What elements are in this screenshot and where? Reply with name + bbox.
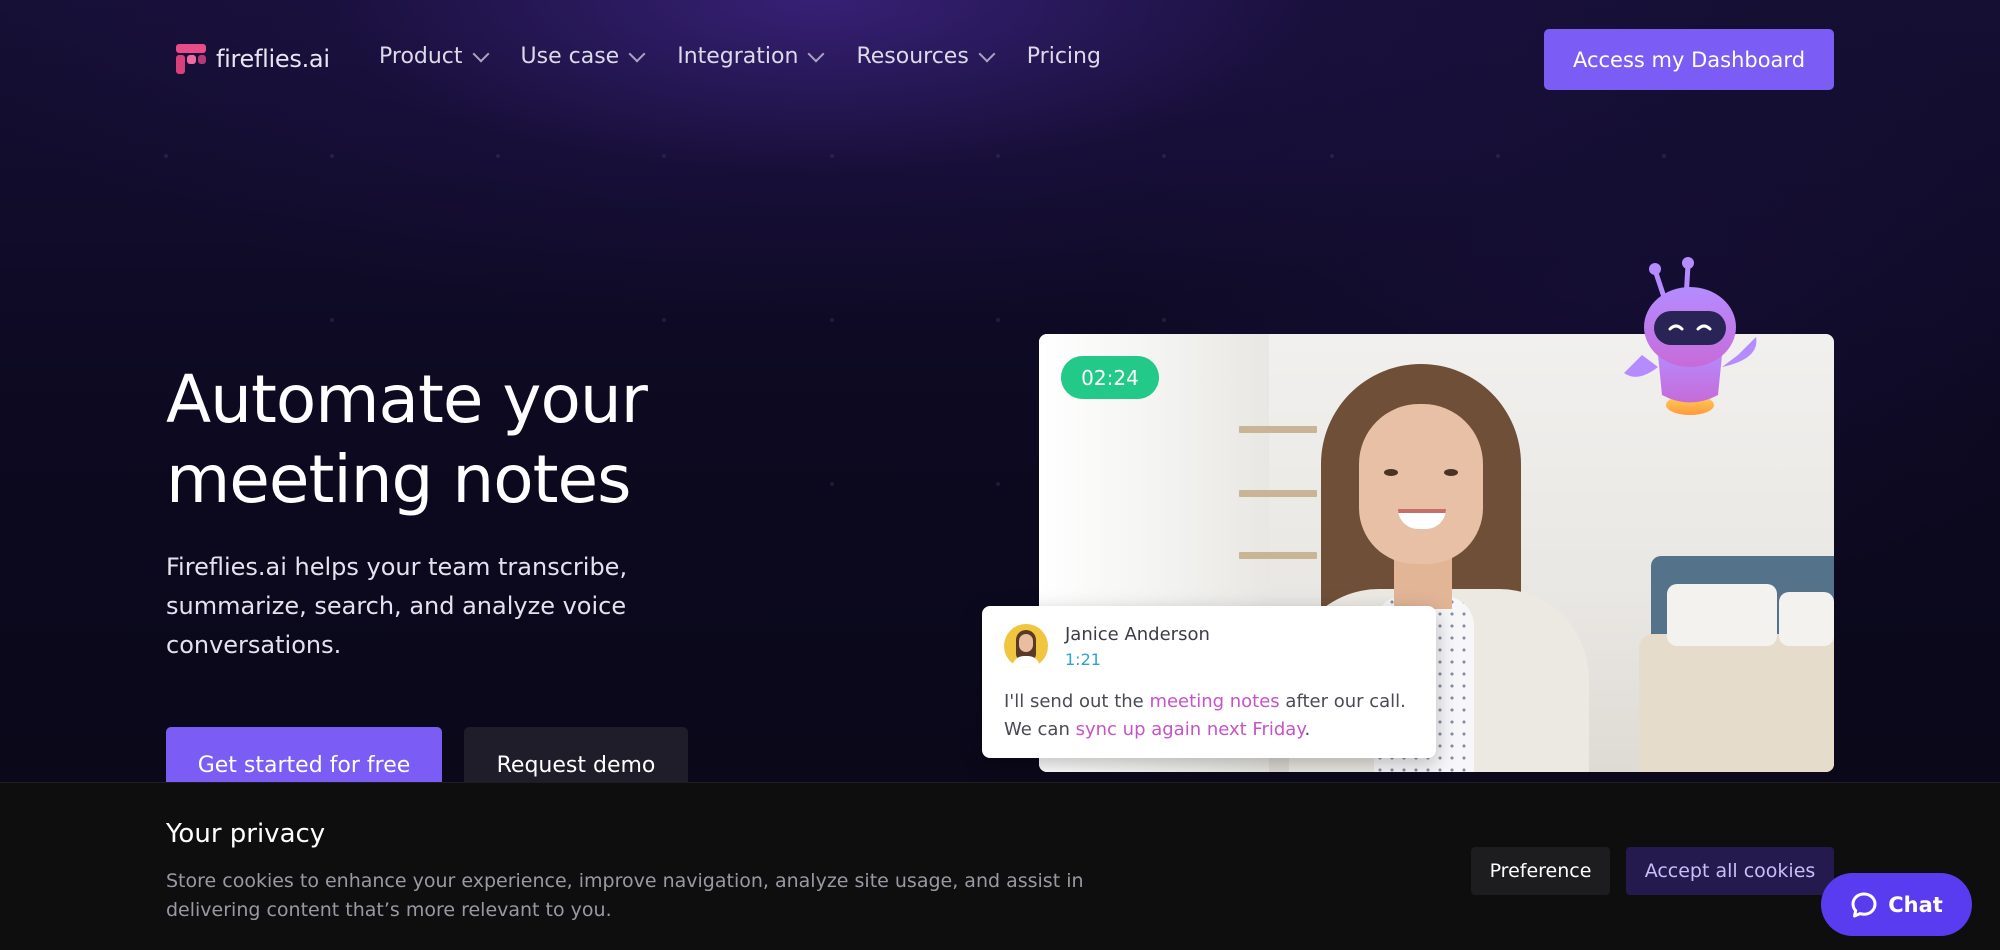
hero-title-line1: Automate your (166, 361, 648, 438)
menu-item-pricing[interactable]: Pricing (1027, 44, 1101, 69)
menu-item-label: Pricing (1026, 44, 1101, 69)
menu-item-label: Resources (856, 44, 969, 69)
fireflies-logo-icon (176, 44, 206, 74)
person-eye (1384, 469, 1398, 476)
hero-subtitle: Fireflies.ai helps your team transcribe,… (166, 553, 628, 659)
menu-item-label: Use case (520, 44, 620, 69)
transcript-text-part: . (1304, 719, 1311, 740)
pillow (1667, 584, 1777, 646)
chevron-down-icon (472, 45, 490, 62)
shelf (1239, 490, 1317, 497)
speaker-name: Janice Anderson (1065, 624, 1210, 645)
chat-button[interactable]: Chat (1821, 873, 1972, 936)
cookie-text: Store cookies to enhance your experience… (166, 870, 1084, 921)
access-dashboard-button[interactable]: Access my Dashboard (1544, 29, 1834, 90)
menu-item-resources[interactable]: Resources (856, 44, 996, 69)
pillow (1779, 592, 1834, 646)
chevron-down-icon (628, 45, 646, 62)
transcript-text-part: I'll send out the (1004, 691, 1150, 712)
logo-link[interactable]: fireflies.ai (176, 44, 330, 74)
cookie-banner: Your privacy Store cookies to enhance yo… (0, 782, 2000, 950)
hero-title: Automate your meeting notes (166, 360, 786, 520)
chevron-down-icon (978, 45, 996, 62)
person-face (1359, 404, 1483, 564)
bed (1639, 634, 1834, 772)
person-eye (1444, 469, 1458, 476)
menu-item-product[interactable]: Product (379, 44, 490, 69)
robot-mascot-icon (1624, 257, 1757, 415)
cookie-title: Your privacy (166, 819, 326, 849)
main-menu: Product Use case Integration Resources P… (379, 44, 1135, 69)
transcript-highlight: sync up again next Friday (1075, 719, 1305, 740)
accept-all-cookies-button[interactable]: Accept all cookies (1626, 847, 1834, 895)
menu-item-label: Product (379, 44, 463, 69)
chat-label: Chat (1888, 892, 1943, 917)
menu-item-use-case[interactable]: Use case (520, 44, 646, 69)
top-navigation: fireflies.ai Product Use case Integratio… (0, 0, 2000, 120)
shelf (1239, 552, 1317, 559)
chevron-down-icon (807, 45, 825, 62)
transcript-timestamp: 1:21 (1065, 650, 1101, 669)
transcript-highlight: meeting notes (1149, 691, 1280, 712)
menu-item-label: Integration (677, 44, 799, 69)
cookie-preference-button[interactable]: Preference (1471, 847, 1610, 895)
hero-title-line2: meeting notes (166, 441, 632, 518)
menu-item-integration[interactable]: Integration (677, 44, 825, 69)
shelf (1239, 426, 1317, 433)
logo-text: fireflies.ai (216, 45, 330, 73)
chat-bubble-icon (1851, 892, 1877, 917)
avatar (1004, 624, 1048, 668)
call-timer-badge: 02:24 (1061, 356, 1159, 399)
transcript-text: I'll send out the meeting notes after ou… (1004, 688, 1424, 744)
transcript-card: Janice Anderson 1:21 I'll send out the m… (982, 606, 1436, 758)
